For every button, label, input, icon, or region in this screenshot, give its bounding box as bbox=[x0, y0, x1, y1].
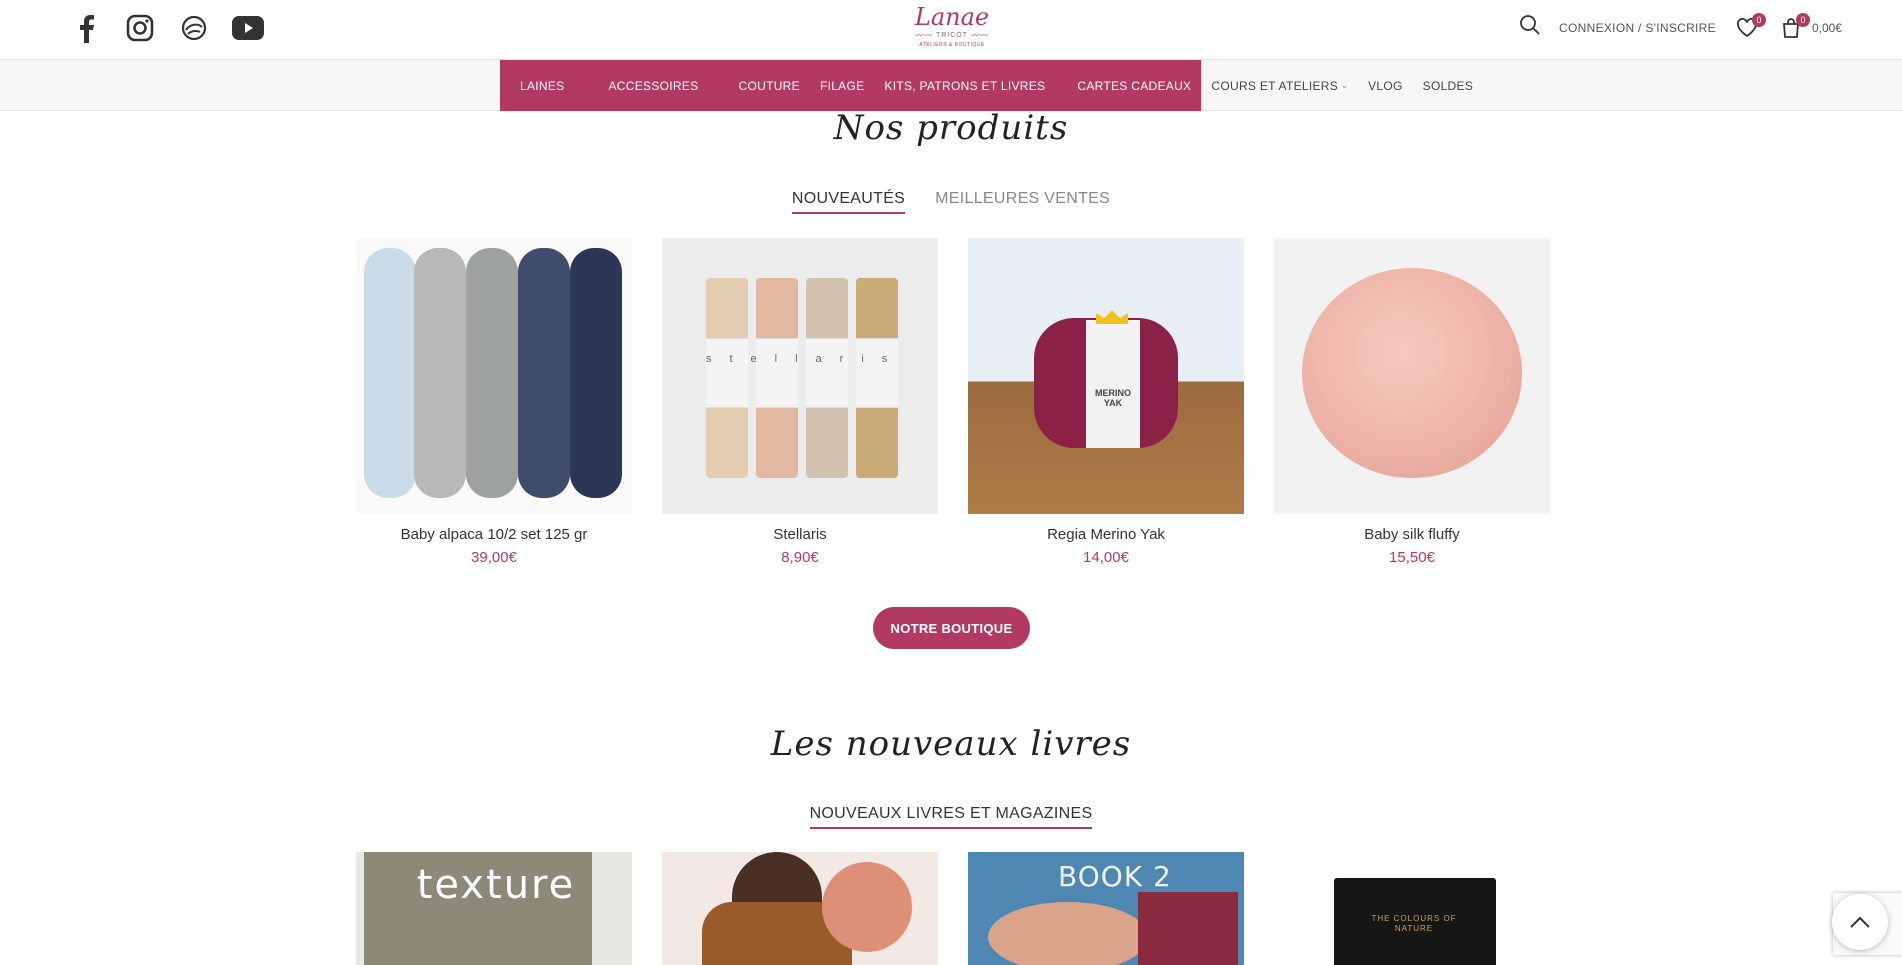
product-card[interactable]: MERINO YAK Regia Merino Yak 14,00€ bbox=[968, 238, 1244, 566]
products-tabs: NOUVEAUTÉS MEILLEURES VENTES bbox=[0, 190, 1902, 214]
ravelry-icon[interactable] bbox=[178, 12, 210, 44]
shop-button[interactable]: NOTRE BOUTIQUE bbox=[873, 607, 1030, 649]
books-tabs: NOUVEAUX LIVRES ET MAGAZINES bbox=[0, 805, 1902, 829]
nav-item-accessoires[interactable]: ACCESSOIRES bbox=[599, 60, 729, 111]
product-price: 8,90€ bbox=[781, 549, 819, 566]
facebook-icon[interactable] bbox=[70, 12, 102, 44]
book-card[interactable]: BOOK 2 bbox=[968, 852, 1244, 965]
product-name[interactable]: Regia Merino Yak bbox=[968, 526, 1244, 543]
product-name[interactable]: Baby alpaca 10/2 set 125 gr bbox=[356, 526, 632, 543]
product-card[interactable]: Baby silk fluffy 15,50€ bbox=[1274, 238, 1550, 566]
site-header: Lanae 〰〰 TRICOT 〰〰 ATELIERS & BOUTIQUE C… bbox=[0, 0, 1902, 60]
logo-tagline: ATELIERS & BOUTIQUE bbox=[919, 42, 985, 48]
regia-label-text: MERINO YAK bbox=[1095, 388, 1131, 408]
nav-item-couture[interactable]: COUTURE bbox=[729, 60, 810, 111]
tab-nouveaux-livres-magazines[interactable]: NOUVEAUX LIVRES ET MAGAZINES bbox=[809, 805, 1093, 829]
book-cover-title: BOOK 2 bbox=[1058, 860, 1172, 893]
product-name[interactable]: Baby silk fluffy bbox=[1274, 526, 1550, 543]
product-grid: Baby alpaca 10/2 set 125 gr 39,00€ stell… bbox=[356, 238, 1550, 566]
chevron-up-icon bbox=[1850, 916, 1870, 928]
nav-item-vlog[interactable]: VLOG bbox=[1358, 60, 1413, 111]
main-navigation: LAINES ACCESSOIRES COUTURE FILAGE KITS, … bbox=[0, 60, 1902, 111]
nav-item-filage[interactable]: FILAGE bbox=[810, 60, 874, 111]
youtube-icon[interactable] bbox=[232, 12, 264, 44]
site-logo[interactable]: Lanae 〰〰 TRICOT 〰〰 ATELIERS & BOUTIQUE bbox=[912, 4, 992, 56]
book-card[interactable] bbox=[662, 852, 938, 965]
book-cover-title: texture bbox=[416, 862, 576, 908]
product-image-baby-silk-fluffy[interactable] bbox=[1274, 238, 1550, 514]
logo-name: Lanae bbox=[914, 3, 990, 31]
cart-button[interactable]: 0 0,00€ bbox=[1778, 12, 1842, 41]
nav-item-cours-ateliers-label: COURS ET ATELIERS bbox=[1211, 78, 1339, 93]
product-card[interactable]: Baby alpaca 10/2 set 125 gr 39,00€ bbox=[356, 238, 632, 566]
scroll-to-top-button[interactable] bbox=[1832, 894, 1888, 950]
book-grid: texture BOOK 2 THE COLOURS OF NATURE bbox=[356, 852, 1550, 965]
social-links bbox=[70, 12, 264, 44]
nav-item-laines[interactable]: LAINES bbox=[510, 60, 599, 111]
login-link[interactable]: CONNEXION / S'INSCRIRE bbox=[1559, 21, 1716, 35]
nav-item-soldes[interactable]: SOLDES bbox=[1413, 60, 1484, 111]
wishlist-button[interactable]: 0 bbox=[1734, 12, 1766, 41]
book-cover-title: THE COLOURS OF NATURE bbox=[1371, 914, 1457, 933]
header-tools: CONNEXION / S'INSCRIRE 0 0 0,00€ bbox=[1519, 12, 1842, 41]
book-cover-texture[interactable]: texture bbox=[356, 852, 632, 965]
tab-nouveautes[interactable]: NOUVEAUTÉS bbox=[791, 190, 906, 214]
highlighted-menu: LAINES ACCESSOIRES COUTURE FILAGE KITS, … bbox=[500, 60, 1202, 111]
books-section-title: Les nouveaux livres bbox=[770, 724, 1132, 764]
wishlist-count-badge: 0 bbox=[1751, 12, 1766, 27]
logo-subtitle: TRICOT bbox=[935, 32, 969, 39]
product-price: 15,50€ bbox=[1389, 549, 1435, 566]
book-cover-colours-of-nature[interactable]: THE COLOURS OF NATURE bbox=[1274, 852, 1550, 965]
book-cover-knit-sweater[interactable] bbox=[662, 852, 938, 965]
nav-item-cours-ateliers[interactable]: COURS ET ATELIERS ⌄ bbox=[1201, 60, 1358, 111]
product-name[interactable]: Stellaris bbox=[662, 526, 938, 543]
product-image-regia-merino-yak[interactable]: MERINO YAK bbox=[968, 238, 1244, 514]
cart-count-badge: 0 bbox=[1795, 12, 1810, 27]
search-icon[interactable] bbox=[1519, 14, 1541, 41]
book-cover-book-2[interactable]: BOOK 2 bbox=[968, 852, 1244, 965]
nav-item-kits-patrons-livres[interactable]: KITS, PATRONS ET LIVRES bbox=[874, 60, 1067, 111]
products-section-title: Nos produits bbox=[833, 108, 1069, 148]
logo-wave-right: 〰〰 bbox=[971, 31, 990, 40]
book-card[interactable]: THE COLOURS OF NATURE bbox=[1274, 852, 1550, 965]
book-card[interactable]: texture bbox=[356, 852, 632, 965]
product-image-stellaris[interactable]: stellaris bbox=[662, 238, 938, 514]
product-card[interactable]: stellaris Stellaris 8,90€ bbox=[662, 238, 938, 566]
logo-wave-left: 〰〰 bbox=[914, 31, 933, 40]
regular-menu: COURS ET ATELIERS ⌄ VLOG SOLDES bbox=[1201, 60, 1483, 111]
tab-meilleures-ventes[interactable]: MEILLEURES VENTES bbox=[935, 190, 1110, 214]
chevron-down-icon: ⌄ bbox=[1341, 81, 1349, 90]
product-image-baby-alpaca[interactable] bbox=[356, 238, 632, 514]
product-price: 14,00€ bbox=[1083, 549, 1129, 566]
nav-item-cartes-cadeaux[interactable]: CARTES CADEAUX bbox=[1067, 60, 1201, 111]
cart-total: 0,00€ bbox=[1811, 20, 1842, 35]
product-price: 39,00€ bbox=[471, 549, 517, 566]
stellaris-spool-labels: stellaris bbox=[706, 353, 906, 365]
instagram-icon[interactable] bbox=[124, 12, 156, 44]
